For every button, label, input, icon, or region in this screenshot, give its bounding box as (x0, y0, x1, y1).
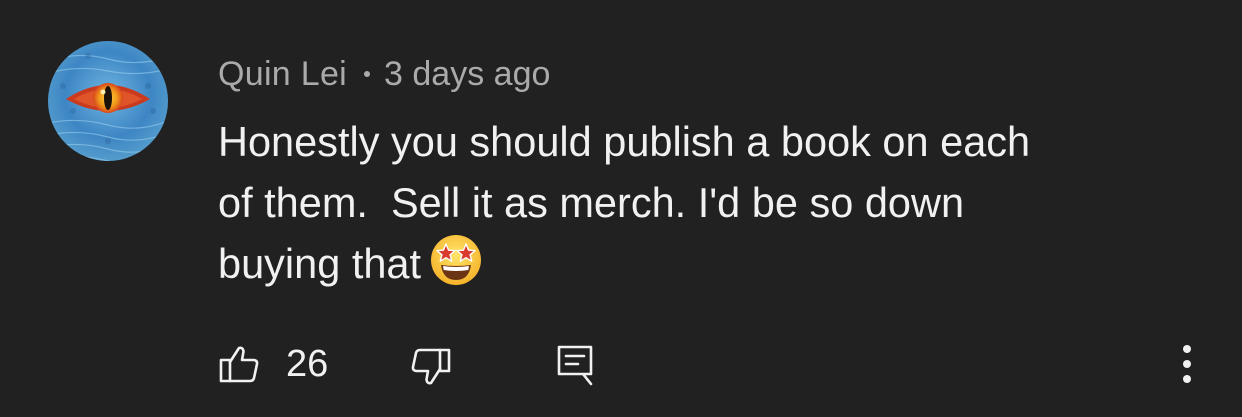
thumbs-up-icon (219, 346, 259, 383)
avatar[interactable] (48, 41, 168, 161)
comment-text: Honestly you should publish a book on ea… (218, 111, 1208, 294)
comment-text-line: of them. Sell it as merch. I'd be so dow… (218, 179, 965, 226)
reply-button[interactable] (555, 343, 595, 387)
reply-icon (557, 345, 593, 386)
star-struck-emoji-icon (431, 235, 482, 285)
dislike-button[interactable] (410, 346, 452, 388)
reptile-eye-avatar-icon (48, 41, 168, 161)
comment-text-line: Honestly you should publish a book on ea… (218, 118, 1031, 165)
comment-thread-item: Quin Lei 3 days ago Honestly you should … (0, 0, 1242, 417)
comment-header: Quin Lei 3 days ago (218, 52, 550, 96)
author-name[interactable]: Quin Lei (218, 55, 347, 94)
comment-timestamp[interactable]: 3 days ago (384, 55, 550, 94)
thumbs-down-icon (411, 348, 451, 385)
like-count: 26 (286, 342, 329, 385)
comment-text-line: buying that (218, 240, 422, 287)
comment-text-last-line: buying that (218, 233, 1208, 294)
more-vertical-icon (1183, 345, 1191, 383)
more-actions-button[interactable] (1171, 341, 1203, 387)
separator-dot (364, 71, 371, 77)
like-button[interactable]: 26 (218, 339, 328, 389)
